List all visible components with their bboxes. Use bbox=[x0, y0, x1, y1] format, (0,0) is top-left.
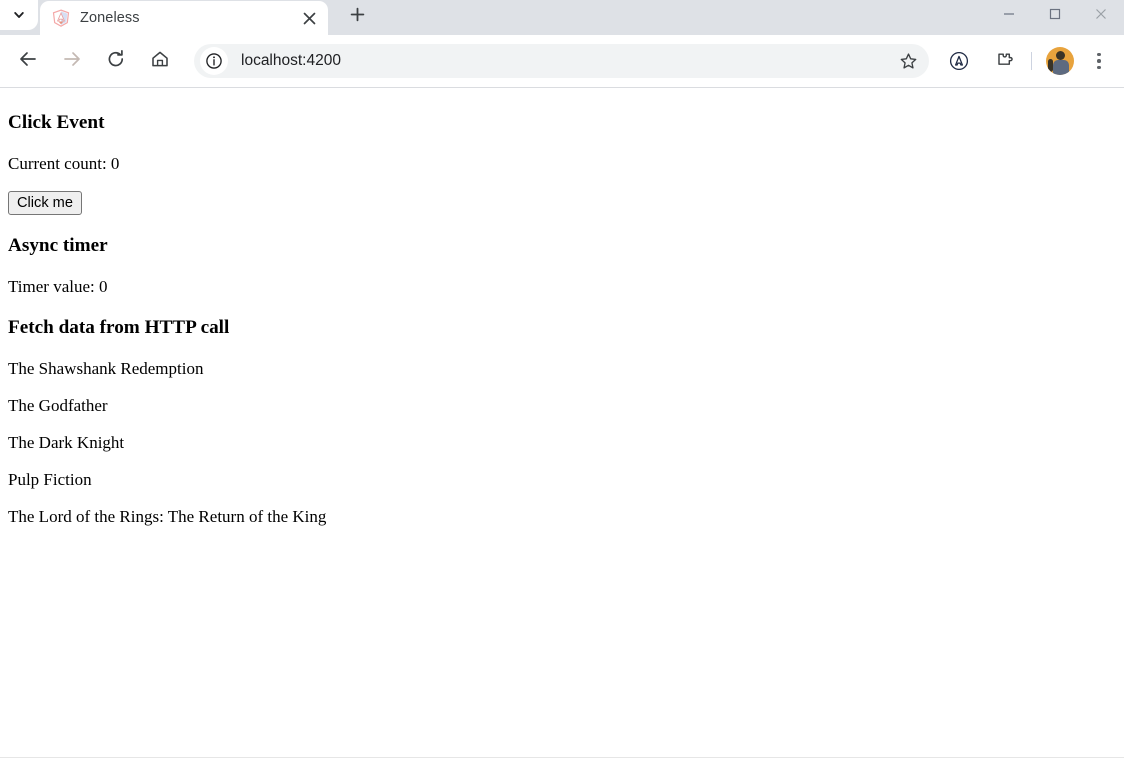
minimize-icon bbox=[1003, 7, 1015, 25]
page-body: Click Event Current count: 0 Click me As… bbox=[0, 88, 1124, 552]
list-item: Pulp Fiction bbox=[8, 469, 92, 489]
avatar-body bbox=[1053, 60, 1069, 75]
browser-window: Zoneless localhost:4200 Click Event Curr… bbox=[0, 0, 1124, 762]
list-item: The Dark Knight bbox=[8, 432, 125, 452]
tab-title: Zoneless bbox=[80, 10, 140, 26]
http-call-heading: Fetch data from HTTP call bbox=[8, 316, 230, 338]
bookmark-star-icon[interactable] bbox=[893, 46, 923, 76]
reload-icon bbox=[106, 49, 126, 74]
chevron-down-icon bbox=[12, 8, 26, 22]
forward-button[interactable] bbox=[55, 44, 89, 78]
list-item: The Shawshank Redemption bbox=[8, 358, 204, 378]
reload-button[interactable] bbox=[99, 44, 133, 78]
avatar-arm bbox=[1048, 59, 1053, 72]
current-count-text: Current count: 0 bbox=[8, 154, 120, 174]
menu-dot-3 bbox=[1097, 65, 1101, 70]
browser-tab[interactable]: Zoneless bbox=[40, 1, 328, 35]
address-bar[interactable]: localhost:4200 bbox=[194, 44, 929, 78]
toolbar-divider bbox=[1031, 52, 1032, 70]
page-bottom-divider bbox=[0, 757, 1124, 758]
tab-search-button[interactable] bbox=[0, 0, 38, 30]
profile-avatar[interactable] bbox=[1046, 47, 1074, 75]
arrow-right-icon bbox=[62, 49, 82, 74]
window-minimize-button[interactable] bbox=[986, 0, 1032, 31]
url-text[interactable]: localhost:4200 bbox=[228, 52, 893, 70]
async-timer-heading: Async timer bbox=[8, 235, 108, 257]
avatar-head bbox=[1056, 51, 1065, 60]
puzzle-piece-icon[interactable] bbox=[987, 45, 1019, 77]
three-dot-menu-icon[interactable] bbox=[1084, 45, 1114, 77]
page-viewport: Click Event Current count: 0 Click me As… bbox=[0, 88, 1124, 762]
back-button[interactable] bbox=[11, 44, 45, 78]
arrow-left-icon bbox=[18, 49, 38, 74]
window-maximize-button[interactable] bbox=[1032, 0, 1078, 31]
info-circle-icon[interactable] bbox=[200, 47, 228, 75]
tab-strip: Zoneless bbox=[0, 0, 1124, 35]
list-item: The Lord of the Rings: The Return of the… bbox=[8, 507, 327, 527]
window-close-button[interactable] bbox=[1078, 0, 1124, 31]
menu-dot-2 bbox=[1097, 59, 1101, 63]
timer-value-text: Timer value: 0 bbox=[8, 277, 108, 297]
click-event-heading: Click Event bbox=[8, 112, 105, 133]
angular-logo-icon bbox=[52, 9, 70, 27]
menu-dot-1 bbox=[1097, 52, 1101, 57]
angular-devtools-icon[interactable] bbox=[943, 45, 975, 77]
plus-icon bbox=[350, 7, 365, 27]
window-controls bbox=[986, 0, 1124, 31]
home-icon bbox=[150, 49, 170, 74]
home-button[interactable] bbox=[143, 44, 177, 78]
new-tab-button[interactable] bbox=[342, 2, 372, 32]
close-icon bbox=[1095, 7, 1107, 25]
maximize-icon bbox=[1049, 7, 1061, 25]
click-me-button[interactable]: Click me bbox=[8, 191, 82, 216]
browser-toolbar: localhost:4200 bbox=[0, 35, 1124, 88]
tab-close-button[interactable] bbox=[298, 7, 320, 29]
list-item: The Godfather bbox=[8, 395, 108, 415]
